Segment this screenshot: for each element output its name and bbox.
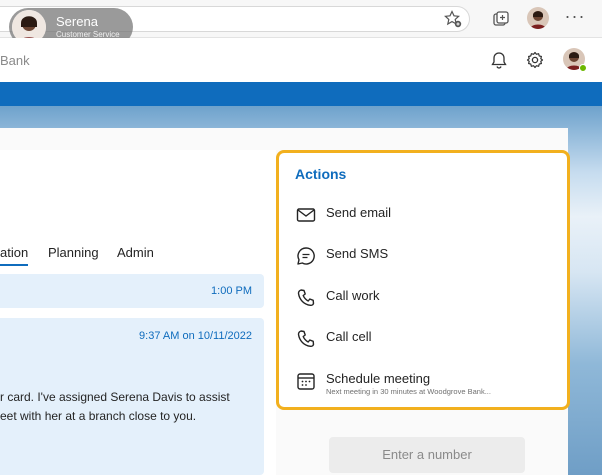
mail-icon: [295, 204, 317, 226]
send-email-action[interactable]: Send email: [293, 201, 555, 231]
phone-number-input[interactable]: Enter a number: [329, 437, 525, 473]
call-cell-action[interactable]: Call cell: [293, 325, 555, 355]
message-text-line: eet with her at a branch close to you.: [0, 409, 197, 423]
action-label: Call cell: [326, 329, 372, 344]
action-label: Schedule meeting: [326, 371, 431, 386]
message-bubble: 9:37 AM on 10/11/2022 r card. I've assig…: [0, 318, 264, 475]
actions-title: Actions: [295, 166, 347, 182]
next-meeting-text: Next meeting in 30 minutes at Woodgrove …: [326, 387, 491, 396]
chat-icon: [295, 245, 317, 267]
add-favorite-icon[interactable]: [443, 9, 463, 29]
active-tab-indicator: [0, 264, 28, 266]
action-label: Send SMS: [326, 246, 389, 261]
message-time: 9:37 AM on 10/11/2022: [139, 330, 252, 342]
tab-conversation[interactable]: ation: [0, 245, 28, 260]
bell-icon[interactable]: [489, 50, 509, 70]
actions-card: Actions Send email Send SMS Call work Ca…: [276, 150, 570, 410]
message-text-line: r card. I've assigned Serena Davis to as…: [0, 390, 230, 404]
browser-profile-avatar[interactable]: [527, 7, 549, 29]
app-header: Bank: [0, 38, 602, 82]
more-options-icon[interactable]: ···: [563, 7, 587, 31]
action-label: Call work: [326, 288, 380, 303]
phone-icon: [295, 328, 317, 350]
tab-admin[interactable]: Admin: [117, 245, 154, 260]
phone-icon: [295, 287, 317, 309]
tab-planning[interactable]: Planning: [48, 245, 99, 260]
calendar-icon: [295, 370, 317, 392]
call-work-action[interactable]: Call work: [293, 284, 555, 314]
collections-icon[interactable]: [489, 7, 513, 31]
action-label: Send email: [326, 205, 392, 220]
presence-status-icon: [579, 64, 587, 72]
message-bubble: 1:00 PM: [0, 274, 264, 308]
send-sms-action[interactable]: Send SMS: [293, 242, 555, 272]
app-title: Bank: [0, 53, 30, 68]
profile-name: Serena: [56, 14, 98, 29]
brand-bar: [0, 82, 602, 106]
message-time: 1:00 PM: [211, 285, 252, 297]
schedule-meeting-action[interactable]: Schedule meeting Next meeting in 30 minu…: [293, 367, 555, 401]
gear-icon[interactable]: [525, 50, 545, 70]
